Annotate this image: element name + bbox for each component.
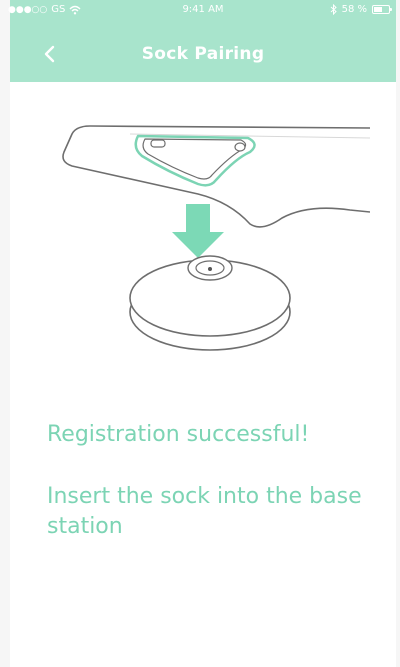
instruction-message: Insert the sock into the base station xyxy=(47,484,362,539)
battery-icon xyxy=(372,5,392,14)
app-screen: ●●●○○ GS 9:41 AM 58 % Sock Pairing Regis… xyxy=(8,0,396,667)
nav-bar: Sock Pairing xyxy=(10,32,396,76)
bluetooth-icon xyxy=(330,4,337,15)
page-title: Sock Pairing xyxy=(141,44,265,64)
battery-percent: 58 % xyxy=(341,4,367,15)
down-arrow xyxy=(172,204,224,258)
status-right: 58 % xyxy=(330,4,392,15)
battery-level xyxy=(374,7,383,12)
success-message: Registration successful! xyxy=(47,422,310,447)
sock-base-illustration xyxy=(62,125,370,351)
header: ●●●○○ GS 9:41 AM 58 % Sock Pairing xyxy=(8,0,396,82)
status-bar: ●●●○○ GS 9:41 AM 58 % xyxy=(8,0,396,22)
